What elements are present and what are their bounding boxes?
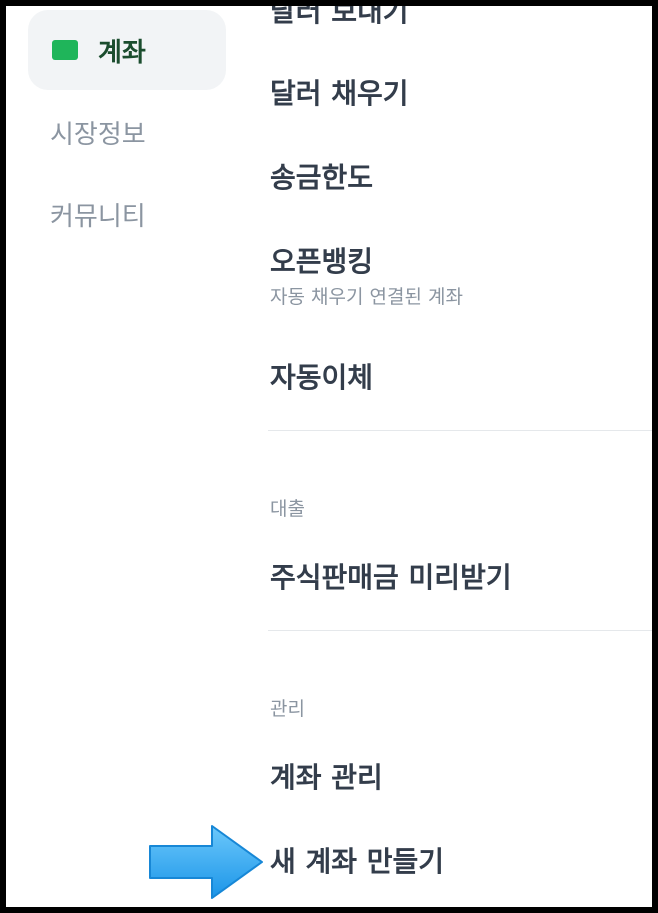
card-icon: [52, 40, 78, 60]
menu-item-transfer-limit[interactable]: 송금한도: [270, 156, 373, 196]
section-title-loan: 대출: [270, 498, 305, 520]
app-frame: 계좌 시장정보 커뮤니티 달러 보내기 달러 채우기 송금한도 오픈뱅킹 자동 …: [6, 6, 652, 907]
sidebar-item-label: 시장정보: [50, 119, 146, 150]
arrow-right-icon: [149, 825, 263, 899]
menu-item-account-management[interactable]: 계좌 관리: [270, 756, 383, 796]
menu-item-send-dollars[interactable]: 달러 보내기: [270, 6, 409, 30]
divider: [268, 430, 652, 431]
menu-item-stock-sale-advance[interactable]: 주식판매금 미리받기: [270, 556, 512, 596]
divider: [268, 630, 652, 631]
sidebar-item-market-info[interactable]: 시장정보: [28, 92, 226, 172]
menu-item-auto-transfer[interactable]: 자동이체: [270, 356, 373, 396]
menu-item-open-banking-subtitle: 자동 채우기 연결된 계좌: [270, 286, 463, 308]
menu-item-open-banking[interactable]: 오픈뱅킹: [270, 240, 373, 280]
sidebar-item-label: 계좌: [98, 37, 146, 68]
section-title-management: 관리: [270, 698, 305, 720]
sidebar-item-community[interactable]: 커뮤니티: [28, 174, 226, 254]
sidebar-item-account[interactable]: 계좌: [28, 10, 226, 90]
menu-item-create-new-account[interactable]: 새 계좌 만들기: [270, 840, 444, 880]
sidebar-item-label: 커뮤니티: [50, 201, 146, 232]
menu-item-fill-dollars[interactable]: 달러 채우기: [270, 72, 409, 112]
